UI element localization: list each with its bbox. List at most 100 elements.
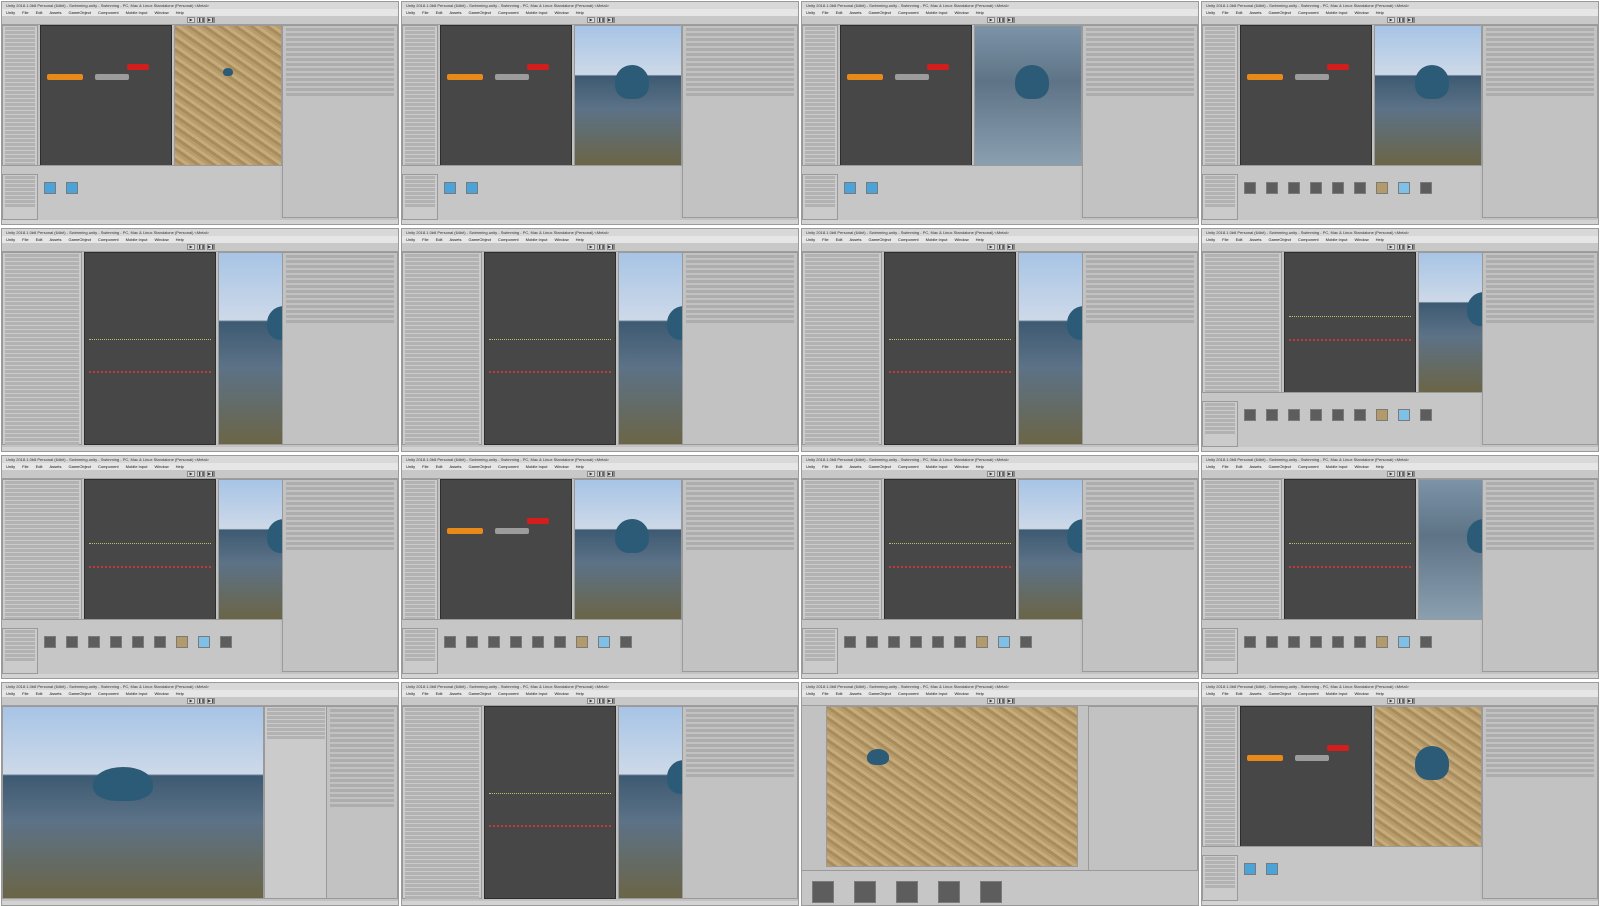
inspector-field[interactable] [1086,497,1194,500]
list-item[interactable] [5,270,79,273]
list-item[interactable] [805,426,879,429]
menu-item[interactable]: Unity [6,464,15,469]
inspector-field[interactable] [686,63,794,66]
list-item[interactable] [1205,51,1235,54]
list-item[interactable] [805,67,835,70]
step-button[interactable]: ▶❚ [1407,17,1415,23]
list-item[interactable] [5,609,79,612]
inspector-field[interactable] [286,68,394,71]
list-item[interactable] [405,808,479,811]
list-item[interactable] [5,585,79,588]
list-item[interactable] [405,505,435,508]
inspector-field[interactable] [286,270,394,273]
inspector-field[interactable] [1486,93,1594,96]
list-item[interactable] [805,557,879,560]
list-item[interactable] [1205,330,1279,333]
list-item[interactable] [805,493,879,496]
list-item[interactable] [805,565,879,568]
list-item[interactable] [405,294,479,297]
inspector-field[interactable] [1486,83,1594,86]
menu-item[interactable]: Window [954,464,968,469]
list-item[interactable] [5,143,35,146]
list-item[interactable] [805,314,879,317]
menu-item[interactable]: Assets [49,691,61,696]
inspector-field[interactable] [686,53,794,56]
list-item[interactable] [805,573,879,576]
list-item[interactable] [405,350,479,353]
list-item[interactable] [805,79,835,82]
inspector-field[interactable] [286,315,394,318]
folder-item[interactable] [805,184,835,187]
list-item[interactable] [1205,744,1235,747]
list-item[interactable] [1205,585,1279,588]
list-item[interactable] [805,87,835,90]
list-item[interactable] [5,525,79,528]
inspector-field[interactable] [286,63,394,66]
menu-item[interactable]: Help [176,691,184,696]
inspector-field[interactable] [686,487,794,490]
list-item[interactable] [1205,537,1279,540]
list-item[interactable] [405,804,479,807]
asset-thumbnail[interactable] [1244,636,1256,648]
folder-item[interactable] [405,630,435,633]
pause-button[interactable]: ❚❚ [597,244,605,250]
list-item[interactable] [405,438,479,441]
list-item[interactable] [1205,43,1235,46]
asset-thumbnail[interactable] [1310,182,1322,194]
list-item[interactable] [5,394,79,397]
curve-editor[interactable] [84,252,216,445]
inspector-field[interactable] [1486,28,1594,31]
list-item[interactable] [5,398,79,401]
folder-item[interactable] [1205,881,1235,884]
inspector-field[interactable] [686,517,794,520]
folder-item[interactable] [1205,431,1235,434]
folder-item[interactable] [1205,411,1235,414]
folder-item[interactable] [1205,184,1235,187]
inspector-field[interactable] [686,320,794,323]
list-item[interactable] [805,529,879,532]
asset-thumbnail[interactable] [1354,636,1366,648]
state-node-swimming[interactable] [95,74,129,80]
menu-item[interactable]: Help [576,237,584,242]
inspector-field[interactable] [1086,502,1194,505]
list-item[interactable] [405,274,479,277]
list-item[interactable] [1205,613,1279,616]
menu-item[interactable]: Edit [836,10,843,15]
list-item[interactable] [405,442,479,445]
asset-thumbnail[interactable] [896,881,918,903]
inspector-field[interactable] [1086,507,1194,510]
inspector-field[interactable] [1086,270,1194,273]
list-item[interactable] [1205,808,1235,811]
folder-item[interactable] [1205,638,1235,641]
folder-item[interactable] [1205,654,1235,657]
list-item[interactable] [805,55,835,58]
inspector-field[interactable] [1086,73,1194,76]
inspector-field[interactable] [1486,487,1594,490]
list-item[interactable] [5,374,79,377]
pause-button[interactable]: ❚❚ [1397,471,1405,477]
list-item[interactable] [805,497,879,500]
menu-item[interactable]: Window [954,691,968,696]
list-item[interactable] [405,406,479,409]
list-item[interactable] [405,326,479,329]
inspector-field[interactable] [286,492,394,495]
inspector-field[interactable] [286,83,394,86]
list-item[interactable] [805,254,879,257]
list-item[interactable] [1205,79,1235,82]
menu-item[interactable]: Window [1354,10,1368,15]
list-item[interactable] [1205,541,1279,544]
asset-thumbnail[interactable] [466,182,478,194]
list-item[interactable] [5,39,35,42]
play-button[interactable]: ▶ [187,17,195,23]
folder-item[interactable] [805,642,835,645]
menu-item[interactable]: Component [498,464,519,469]
list-item[interactable] [5,529,79,532]
folder-item[interactable] [1205,865,1235,868]
menu-item[interactable]: File [822,10,828,15]
inspector-field[interactable] [1486,255,1594,258]
menu-item[interactable]: Mobile Input [926,237,948,242]
play-button[interactable]: ▶ [587,244,595,250]
inspector-field[interactable] [286,93,394,96]
list-item[interactable] [1205,609,1279,612]
asset-thumbnail[interactable] [510,636,522,648]
